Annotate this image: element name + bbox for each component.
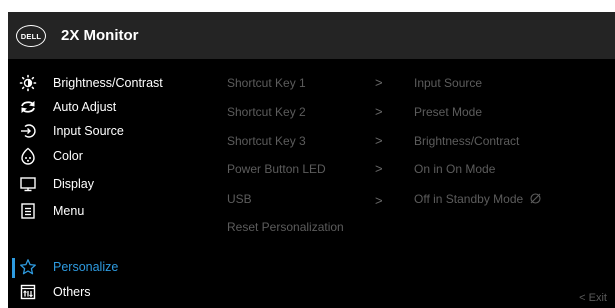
brightness-icon bbox=[19, 74, 37, 92]
menu-item-label: Color bbox=[53, 149, 83, 163]
menu-item-personalize[interactable]: Personalize bbox=[8, 256, 208, 280]
setting-value: Input Source bbox=[414, 76, 483, 90]
setting-label-usb[interactable]: USB bbox=[227, 192, 252, 206]
setting-value-text: Off in Standby Mode bbox=[414, 192, 524, 206]
setting-label-shortcut-key-1[interactable]: Shortcut Key 1 bbox=[227, 76, 306, 90]
power-off-icon bbox=[529, 192, 542, 205]
auto-adjust-icon bbox=[19, 98, 37, 116]
chevron-right-icon: > bbox=[375, 75, 383, 90]
setting-value: Brightness/Contract bbox=[414, 134, 520, 148]
chevron-right-icon: > bbox=[375, 193, 383, 208]
color-icon bbox=[19, 147, 37, 165]
menu-item-auto-adjust[interactable]: Auto Adjust bbox=[8, 96, 208, 120]
menu-item-label: Input Source bbox=[53, 124, 124, 138]
menu-item-label: Display bbox=[53, 177, 94, 191]
setting-value: On in On Mode bbox=[414, 162, 496, 176]
setting-value: Off in Standby Mode bbox=[414, 192, 542, 206]
menu-item-label: Auto Adjust bbox=[53, 100, 117, 114]
menu-item-input-source[interactable]: Input Source bbox=[8, 120, 208, 144]
selection-indicator bbox=[12, 258, 15, 278]
menu-item-label: Personalize bbox=[53, 260, 119, 274]
menu-icon bbox=[19, 202, 37, 220]
display-icon bbox=[19, 175, 37, 193]
input-source-icon bbox=[19, 122, 37, 140]
chevron-right-icon: > bbox=[375, 161, 383, 176]
chevron-right-icon: > bbox=[375, 133, 383, 148]
menu-item-others[interactable]: Others bbox=[8, 281, 208, 305]
osd-title: 2X Monitor bbox=[61, 27, 139, 44]
star-icon bbox=[19, 258, 37, 276]
setting-label-reset-personalization[interactable]: Reset Personalization bbox=[227, 220, 344, 234]
menu-item-display[interactable]: Display bbox=[8, 173, 208, 197]
dell-logo: DELL bbox=[16, 25, 46, 47]
menu-item-brightness-contrast[interactable]: Brightness/Contrast bbox=[8, 72, 208, 96]
setting-label-power-button-led[interactable]: Power Button LED bbox=[227, 162, 326, 176]
setting-value: Preset Mode bbox=[414, 105, 483, 119]
others-icon bbox=[19, 283, 37, 301]
menu-item-color[interactable]: Color bbox=[8, 145, 208, 169]
chevron-right-icon: > bbox=[375, 104, 383, 119]
menu-item-label: Menu bbox=[53, 204, 85, 218]
monitor-osd: DELL 2X Monitor Brightness/Contrast Auto… bbox=[8, 12, 615, 308]
osd-header: DELL 2X Monitor bbox=[8, 12, 615, 59]
exit-button[interactable]: < Exit bbox=[579, 292, 607, 304]
menu-item-label: Brightness/Contrast bbox=[53, 76, 163, 90]
setting-label-shortcut-key-2[interactable]: Shortcut Key 2 bbox=[227, 105, 306, 119]
menu-item-label: Others bbox=[53, 285, 91, 299]
menu-item-menu[interactable]: Menu bbox=[8, 200, 208, 224]
setting-label-shortcut-key-3[interactable]: Shortcut Key 3 bbox=[227, 134, 306, 148]
